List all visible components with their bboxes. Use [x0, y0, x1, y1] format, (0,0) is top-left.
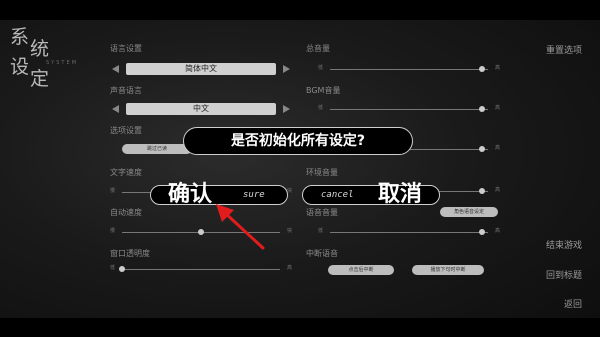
confirm-brush-text[interactable]: 确认 [168, 181, 212, 207]
logo-char: 定 [30, 68, 50, 90]
high-label: 高 [494, 228, 500, 234]
end-game-button[interactable]: 结束游戏 [546, 238, 582, 251]
slider-track [122, 269, 280, 270]
high-label: 高 [286, 265, 292, 271]
cancel-brush-text[interactable]: 取消 [378, 181, 422, 207]
arrow-right-icon[interactable] [283, 105, 290, 113]
slider-track [330, 109, 488, 110]
annotation-arrow-icon [216, 204, 265, 250]
interrupt-voice-label: 中断语音 [306, 249, 338, 258]
language-value: 简体中文 [126, 63, 276, 75]
logo-char: 设 [10, 56, 30, 78]
logo-char: 系 [10, 26, 30, 48]
window-alpha-label: 窗口透明度 [110, 249, 150, 258]
low-label: 低 [318, 65, 324, 71]
logo-char: 统 [30, 38, 50, 60]
voice-language-label: 声音语言 [110, 86, 142, 95]
voice-language-value: 中文 [126, 103, 276, 115]
text-speed-label: 文字速度 [110, 168, 142, 177]
language-selector[interactable]: 简体中文 [110, 63, 292, 75]
master-volume-slider[interactable]: 低 高 [318, 64, 500, 74]
voice-volume-label: 语音音量 [306, 208, 338, 217]
high-label: 高 [494, 65, 500, 71]
master-volume-label: 总音量 [306, 44, 330, 53]
arrow-left-icon[interactable] [112, 105, 119, 113]
slider-knob[interactable] [478, 229, 485, 235]
low-label: 低 [110, 265, 116, 271]
window-alpha-slider[interactable]: 低 高 [110, 264, 292, 274]
high-label: 高 [494, 145, 500, 151]
slider-knob[interactable] [478, 66, 485, 72]
fast-label: 快 [286, 228, 292, 234]
slider-knob[interactable] [198, 229, 204, 235]
auto-speed-label: 自动速度 [110, 208, 142, 217]
reset-options-button[interactable]: 重置选项 [546, 43, 582, 56]
letterbox-bottom [0, 318, 600, 337]
cancel-label: cancel [321, 190, 354, 200]
back-button[interactable]: 返回 [564, 297, 582, 310]
back-to-title-button[interactable]: 回到标题 [546, 268, 582, 281]
slow-label: 慢 [110, 188, 116, 194]
high-label: 高 [494, 187, 500, 193]
slow-label: 慢 [110, 228, 116, 234]
letterbox-top [0, 0, 600, 20]
slider-track [330, 232, 488, 233]
bgm-volume-label: BGM音量 [306, 86, 341, 95]
voice-volume-slider[interactable]: 低 高 [318, 227, 500, 237]
interrupt-on-click-button[interactable]: 点击后中断 [328, 265, 394, 275]
slider-knob[interactable] [478, 106, 485, 112]
slider-knob[interactable] [478, 146, 485, 152]
language-setting-label: 语言设置 [110, 44, 142, 53]
bgm-volume-slider[interactable]: 低 高 [318, 104, 500, 114]
low-label: 低 [318, 228, 324, 234]
reset-confirm-question: 是否初始化所有设定? [183, 127, 413, 155]
voice-language-selector[interactable]: 中文 [110, 103, 292, 115]
settings-screen: 系 统 设 定 SYSTEM 语言设置 简体中文 声音语言 中文 选项设置 跳过… [0, 0, 600, 337]
env-volume-label: 环境音量 [306, 168, 338, 177]
logo-subtitle: SYSTEM [46, 60, 78, 66]
slider-knob[interactable] [478, 188, 485, 194]
low-label: 低 [318, 105, 324, 111]
options-setting-label: 选项设置 [110, 126, 142, 135]
interrupt-on-next-button[interactable]: 播放下句时中断 [412, 265, 484, 275]
high-label: 高 [494, 105, 500, 111]
character-voice-button[interactable]: 角色语音设定 [440, 207, 498, 217]
system-logo: 系 统 设 定 [6, 24, 58, 90]
slider-track [330, 69, 488, 70]
arrow-left-icon[interactable] [112, 65, 119, 73]
skip-read-toggle[interactable]: 跳过已读 [122, 144, 192, 154]
arrow-right-icon[interactable] [283, 65, 290, 73]
slider-knob[interactable] [119, 266, 125, 272]
